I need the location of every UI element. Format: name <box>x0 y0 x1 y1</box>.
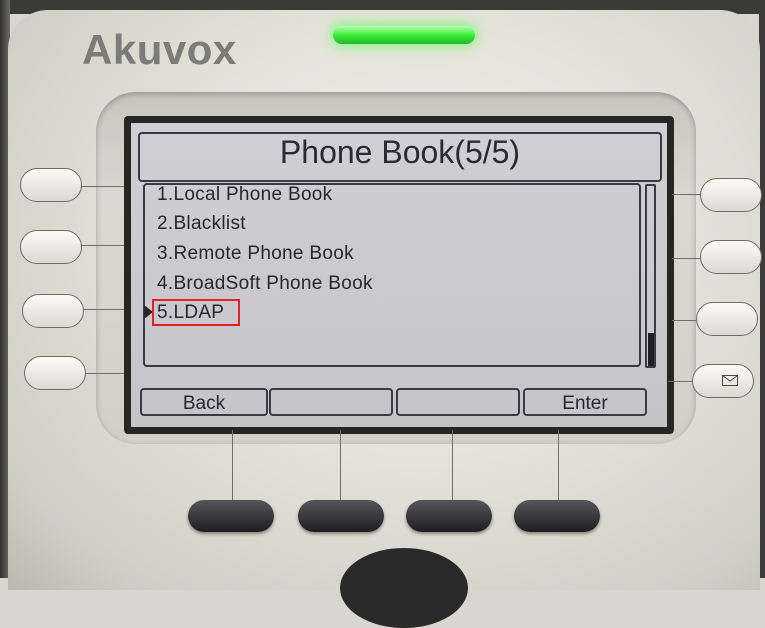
right-line-key-1[interactable] <box>700 178 762 212</box>
status-led <box>333 26 475 44</box>
navigation-ring[interactable] <box>340 548 468 628</box>
scrollbar-thumb[interactable] <box>648 333 654 366</box>
menu-item-local-phone-book[interactable]: 1.Local Phone Book <box>157 184 332 206</box>
ldap-highlight-box <box>152 299 240 326</box>
mail-icon <box>722 375 738 386</box>
softkey-3[interactable] <box>396 388 520 416</box>
line-connector <box>78 186 124 187</box>
menu-item-remote-phone-book[interactable]: 3.Remote Phone Book <box>157 243 354 265</box>
softkey-button-4[interactable] <box>514 500 600 532</box>
softkey-connector <box>452 430 453 504</box>
softkey-connector <box>340 430 341 504</box>
right-line-key-2[interactable] <box>700 240 762 274</box>
right-line-key-3[interactable] <box>696 302 758 336</box>
left-line-key-1[interactable] <box>20 168 82 202</box>
softkey-back[interactable]: Back <box>140 388 268 416</box>
softkey-button-1[interactable] <box>188 500 274 532</box>
left-line-key-3[interactable] <box>22 294 84 328</box>
left-line-key-4[interactable] <box>24 356 86 390</box>
softkey-button-2[interactable] <box>298 500 384 532</box>
line-connector <box>78 309 124 310</box>
softkey-connector <box>558 430 559 504</box>
menu-item-blacklist[interactable]: 2.Blacklist <box>157 213 246 235</box>
softkey-connector <box>232 430 233 504</box>
brand-logo: Akuvox <box>82 26 237 73</box>
softkey-enter[interactable]: Enter <box>523 388 647 416</box>
softkey-button-3[interactable] <box>406 500 492 532</box>
line-connector <box>78 245 124 246</box>
left-line-key-2[interactable] <box>20 230 82 264</box>
screen-title: Phone Book(5/5) <box>279 134 521 170</box>
menu-item-broadsoft-phone-book[interactable]: 4.BroadSoft Phone Book <box>157 273 373 295</box>
softkey-2[interactable] <box>269 388 393 416</box>
